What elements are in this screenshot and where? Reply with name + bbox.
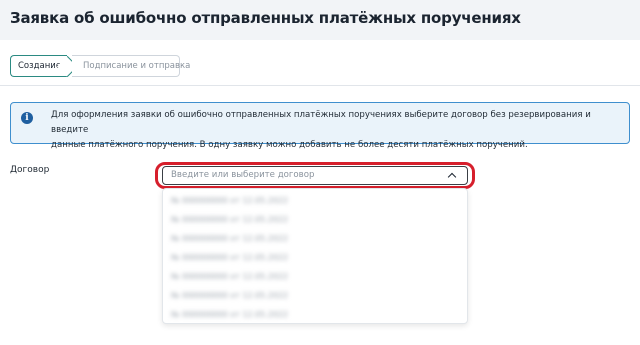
steps-bar: Создание Подписание и отправка <box>0 40 640 86</box>
info-icon: i <box>21 112 33 124</box>
info-text-line-2: данные платёжного поручения. В одну заяв… <box>51 140 528 150</box>
page-header: Заявка об ошибочно отправленных платёжны… <box>0 0 640 40</box>
step-sign-and-send[interactable]: Подписание и отправка <box>72 55 190 77</box>
contract-select-placeholder: Введите или выберите договор <box>171 170 315 180</box>
contract-option[interactable]: № 000000000 от 12.05.2022 <box>171 272 288 284</box>
contract-option[interactable]: № 000000000 от 12.05.2022 <box>171 215 288 227</box>
page-title: Заявка об ошибочно отправленных платёжны… <box>10 9 521 27</box>
info-banner: i Для оформления заявки об ошибочно отпр… <box>10 102 630 150</box>
contract-option[interactable]: № 000000000 от 12.05.2022 <box>171 196 288 208</box>
contract-option[interactable]: № 000000000 от 12.05.2022 <box>171 234 288 246</box>
contract-label: Договор <box>10 165 50 175</box>
contract-option[interactable]: № 000000000 от 12.05.2022 <box>171 310 288 322</box>
info-text: Для оформления заявки об ошибочно отправ… <box>51 108 621 153</box>
contract-dropdown-list: № 000000000 от 12.05.2022 № 000000000 от… <box>162 188 468 324</box>
contract-option[interactable]: № 000000000 от 12.05.2022 <box>171 253 288 265</box>
chevron-up-icon[interactable] <box>447 172 457 182</box>
info-text-line-1: Для оформления заявки об ошибочно отправ… <box>51 110 591 135</box>
contract-select[interactable]: Введите или выберите договор <box>162 166 468 185</box>
contract-option[interactable]: № 000000000 от 12.05.2022 <box>171 291 288 303</box>
